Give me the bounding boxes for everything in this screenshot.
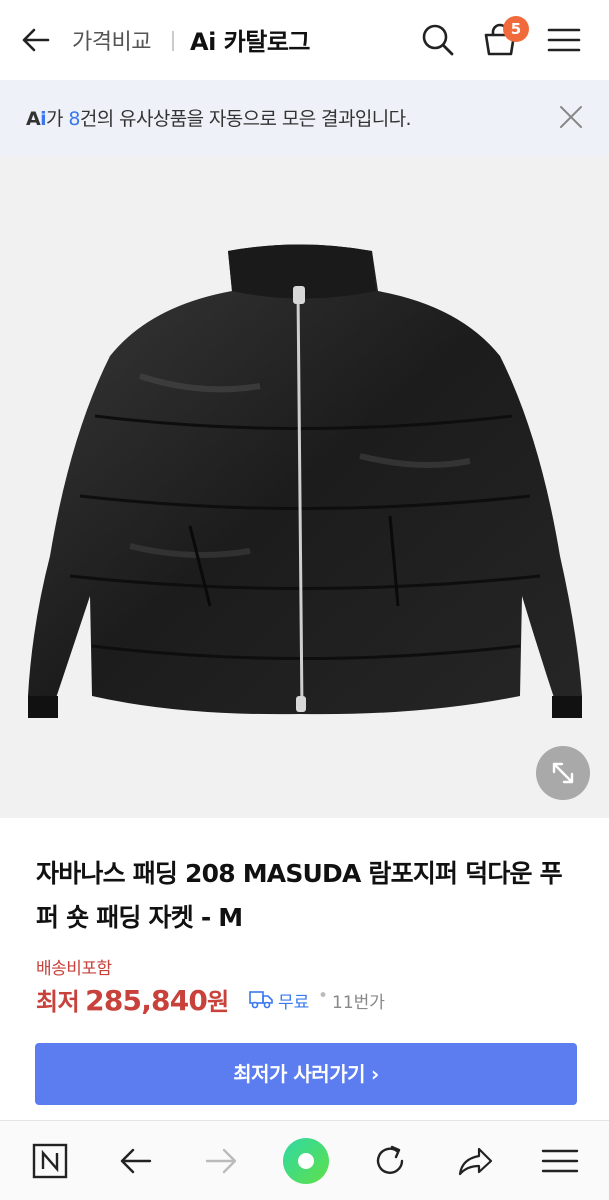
cta-label: 최저가 사러가기 [233,1062,365,1086]
ai-logo-a: A [26,108,41,130]
naver-home-icon[interactable] [28,1139,72,1183]
breadcrumb[interactable]: 가격비교 [72,24,151,56]
search-icon[interactable] [418,20,458,60]
jacket-image [28,244,582,718]
price-row: 최저 285,840원 무료 • 11번가 [36,982,385,1018]
ai-info-banner: Ai가 8건의 유사상품을 자동으로 모은 결과입니다. [0,80,609,156]
reload-icon[interactable] [368,1139,412,1183]
back-arrow-icon[interactable] [114,1139,158,1183]
product-title: 자바나스 패딩 208 MASUDA 람포지퍼 덕다운 푸퍼 숏 패딩 자켓 -… [36,859,563,932]
chevron-right-icon: › [371,1062,379,1086]
top-header: 가격비교 Ai 카탈로그 5 [0,0,609,80]
product-image[interactable] [0,156,609,818]
close-icon[interactable] [556,102,586,132]
price-value: 285,840 [85,984,208,1017]
banner-text-after: 건의 유사상품을 자동으로 모은 결과입니다. [79,108,412,130]
shipping-included-label: 배송비포함 [36,959,112,979]
zoom-button[interactable] [536,746,590,800]
forward-arrow-icon[interactable] [199,1139,243,1183]
breadcrumb-divider [172,31,174,51]
price-unit: 원 [207,988,230,1016]
browser-navbar [0,1121,609,1200]
green-dot-icon[interactable] [280,1135,332,1187]
store-name: 11번가 [332,993,385,1013]
page-title: Ai 카탈로그 [190,28,310,56]
separator-dot: • [318,986,329,1006]
back-arrow-icon[interactable] [18,22,54,58]
buy-lowest-price-button[interactable]: 최저가 사러가기 › [35,1043,577,1105]
share-icon[interactable] [453,1139,497,1183]
cart-count-badge: 5 [503,16,529,42]
hamburger-menu-icon[interactable] [544,20,584,60]
menu-icon[interactable] [538,1139,582,1183]
lowest-price-label: 최저 [36,988,80,1016]
similar-count: 8 [68,108,80,130]
expand-icon [552,762,574,784]
free-delivery-label: 무료 [278,993,310,1013]
delivery-truck-icon [249,991,273,1009]
banner-text: Ai가 8건의 유사상품을 자동으로 모은 결과입니다. [26,104,412,131]
banner-text-before: 가 [46,108,69,130]
